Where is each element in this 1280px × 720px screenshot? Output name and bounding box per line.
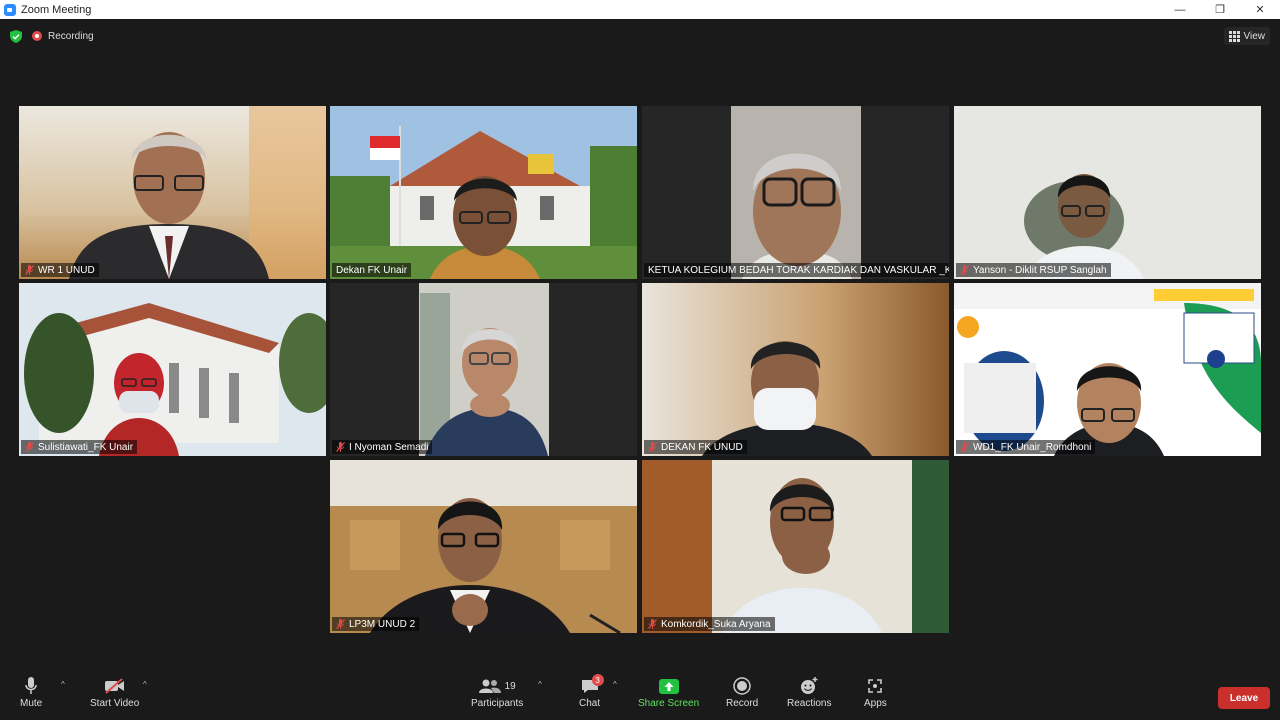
video-tile[interactable]: WR 1 UNUD [19, 106, 326, 279]
participant-video [642, 460, 949, 633]
view-button[interactable]: View [1223, 27, 1270, 45]
window-titlebar: Zoom Meeting — ❐ ✕ [0, 0, 1280, 19]
participant-video [954, 283, 1261, 456]
start-video-button[interactable]: Start Video [90, 674, 139, 709]
participant-name: WD1_FK Unair_Romdhoni [973, 441, 1092, 453]
record-button[interactable]: Record [726, 674, 758, 709]
participant-name: Komkordik_Suka Aryana [661, 618, 771, 630]
meeting-toolbar: Mute ^ Start Video ^ 19 Participants ^ 3… [0, 668, 1280, 720]
participant-name-tag: Komkordik_Suka Aryana [644, 617, 775, 631]
participants-label: Participants [471, 698, 524, 709]
video-tile[interactable]: Yanson - Diklit RSUP Sanglah [954, 106, 1261, 279]
muted-mic-icon [25, 442, 34, 452]
view-label: View [1243, 30, 1266, 42]
video-off-icon [104, 678, 124, 694]
close-button[interactable]: ✕ [1240, 0, 1280, 19]
restore-button[interactable]: ❐ [1200, 0, 1240, 19]
leave-button[interactable]: Leave [1218, 687, 1270, 709]
participant-video [642, 283, 949, 456]
muted-mic-icon [25, 265, 34, 275]
participant-name: KETUA KOLEGIUM BEDAH TORAK KARDIAK DAN V… [648, 264, 949, 276]
security-shield-icon[interactable] [10, 29, 22, 43]
microphone-icon [25, 677, 37, 694]
reactions-smiley-icon [801, 677, 818, 694]
participant-video [330, 106, 637, 279]
muted-mic-icon [648, 442, 657, 452]
participant-name-tag: Yanson - Diklit RSUP Sanglah [956, 263, 1111, 277]
participant-name: LP3M UNUD 2 [349, 618, 416, 630]
participant-name-tag: DEKAN FK UNUD [644, 440, 747, 454]
video-options-caret-icon[interactable]: ^ [143, 680, 147, 689]
mute-button[interactable]: Mute [20, 674, 42, 709]
muted-mic-icon [648, 619, 657, 629]
record-label: Record [726, 698, 759, 709]
participants-icon [478, 679, 501, 693]
participants-button[interactable]: 19 Participants [471, 674, 523, 709]
participant-video [330, 460, 637, 633]
participant-name-tag: I Nyoman Semadi [332, 440, 433, 454]
zoom-app-icon [4, 3, 16, 16]
muted-mic-icon [336, 442, 345, 452]
muted-mic-icon [336, 619, 345, 629]
participant-name-tag: KETUA KOLEGIUM BEDAH TORAK KARDIAK DAN V… [644, 263, 949, 277]
participant-video [330, 283, 637, 456]
window-title: Zoom Meeting [21, 3, 92, 16]
share-screen-icon [658, 678, 679, 694]
participant-video [19, 283, 326, 456]
recording-indicator[interactable]: Recording [32, 31, 94, 42]
video-tile[interactable]: LP3M UNUD 2 [330, 460, 637, 633]
participant-name: Sulistiawati_FK Unair [38, 441, 134, 453]
gallery-grid-icon [1228, 30, 1240, 42]
apps-label: Apps [864, 698, 887, 709]
recording-label: Recording [48, 30, 94, 42]
video-tile-active-speaker[interactable]: Dekan FK Unair [330, 106, 637, 279]
participant-video [954, 106, 1261, 279]
participant-name: Dekan FK Unair [336, 264, 408, 276]
chat-button[interactable]: 3 Chat [579, 674, 604, 709]
video-tile[interactable]: I Nyoman Semadi [330, 283, 637, 456]
video-tile[interactable]: DEKAN FK UNUD [642, 283, 949, 456]
start-video-label: Start Video [90, 698, 140, 709]
chat-options-caret-icon[interactable]: ^ [613, 680, 617, 689]
reactions-button[interactable]: Reactions [787, 674, 831, 709]
chat-label: Chat [579, 698, 601, 709]
mute-label: Mute [20, 698, 43, 709]
participant-video [642, 106, 949, 279]
participant-video [19, 106, 326, 279]
participant-name: Yanson - Diklit RSUP Sanglah [973, 264, 1107, 276]
participant-name-tag: WD1_FK Unair_Romdhoni [956, 440, 1096, 454]
video-tile[interactable]: Sulistiawati_FK Unair [19, 283, 326, 456]
record-icon [733, 677, 751, 695]
participant-name-tag: Dekan FK Unair [332, 263, 412, 277]
apps-button[interactable]: Apps [864, 674, 887, 709]
video-tile[interactable]: WD1_FK Unair_Romdhoni [954, 283, 1261, 456]
muted-mic-icon [960, 442, 969, 452]
apps-icon [868, 679, 883, 693]
participants-count: 19 [504, 680, 516, 692]
participant-name: I Nyoman Semadi [349, 441, 429, 453]
audio-options-caret-icon[interactable]: ^ [61, 680, 65, 689]
participant-name-tag: LP3M UNUD 2 [332, 617, 420, 631]
video-tile[interactable]: Komkordik_Suka Aryana [642, 460, 949, 633]
participant-name-tag: WR 1 UNUD [21, 263, 99, 277]
recording-icon [32, 31, 42, 41]
minimize-button[interactable]: — [1160, 0, 1200, 19]
share-screen-label: Share Screen [638, 698, 700, 709]
participant-name-tag: Sulistiawati_FK Unair [21, 440, 138, 454]
video-tile[interactable]: KETUA KOLEGIUM BEDAH TORAK KARDIAK DAN V… [642, 106, 949, 279]
participants-options-caret-icon[interactable]: ^ [538, 680, 542, 689]
participant-name: DEKAN FK UNUD [661, 441, 743, 453]
muted-mic-icon [960, 265, 969, 275]
participant-name: WR 1 UNUD [38, 264, 95, 276]
chat-unread-badge: 3 [591, 674, 604, 686]
meeting-status-bar: Recording [10, 27, 94, 45]
reactions-label: Reactions [787, 698, 832, 709]
share-screen-button[interactable]: Share Screen [638, 674, 699, 709]
